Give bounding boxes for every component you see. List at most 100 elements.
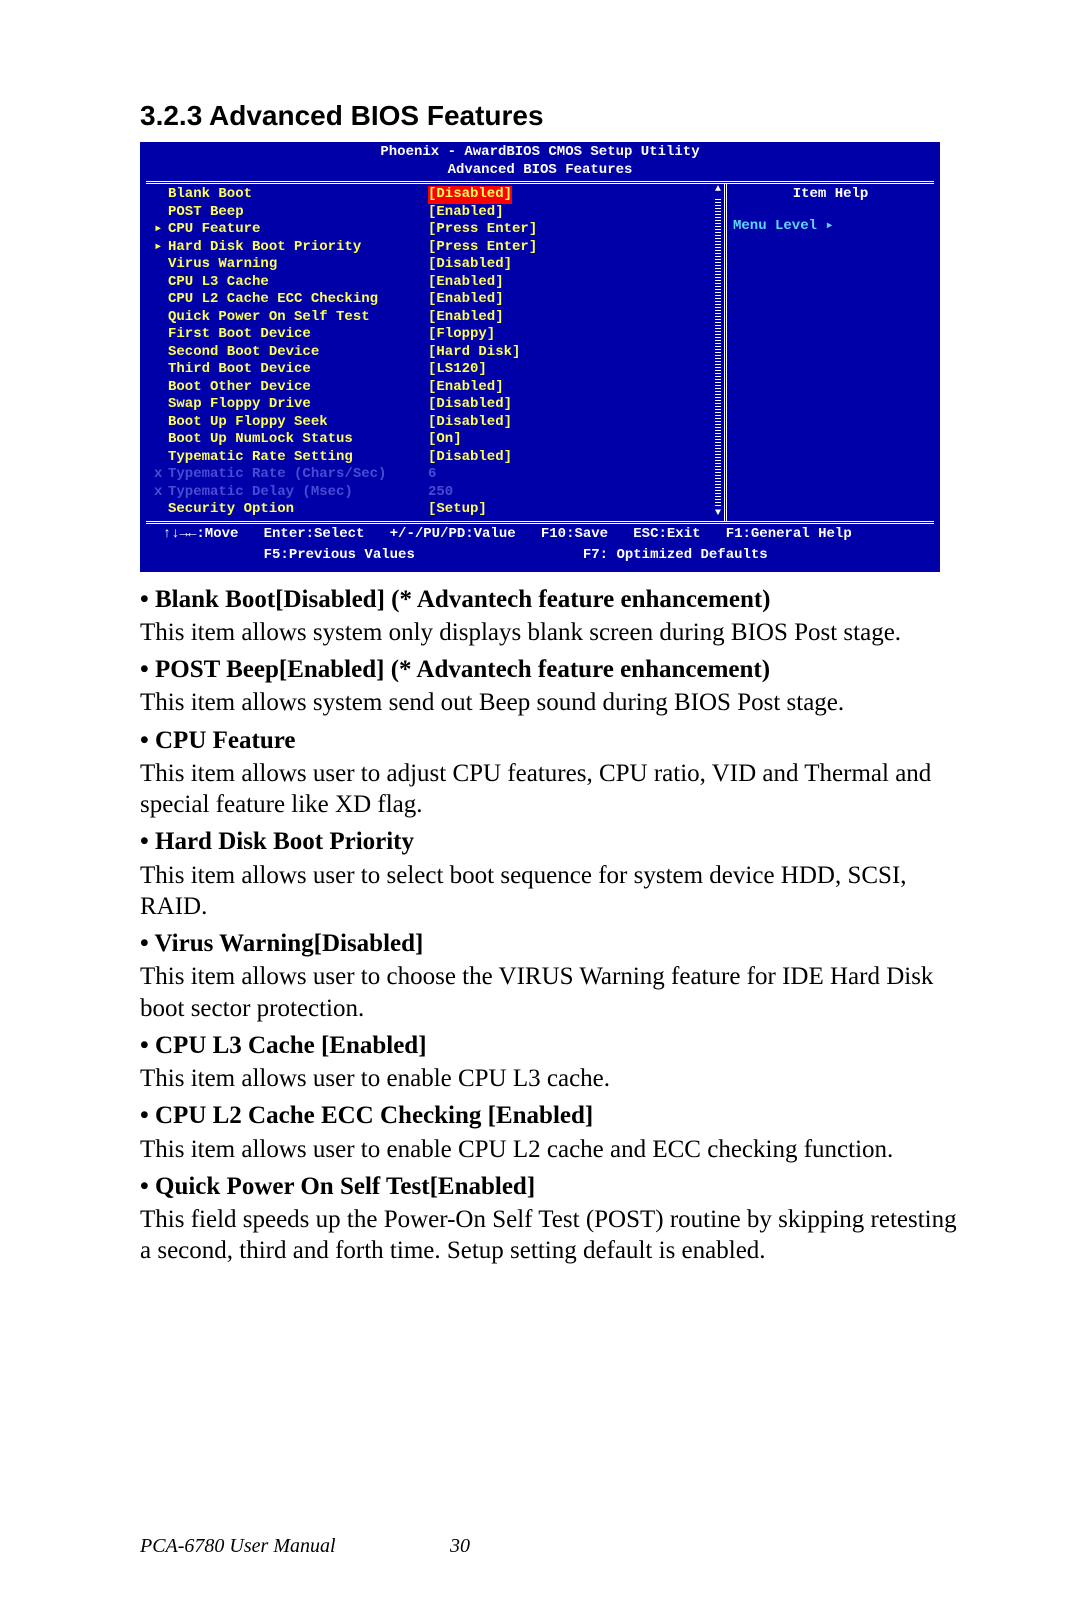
feature-heading: • Hard Disk Boot Priority	[140, 826, 960, 857]
disabled-mark-icon: x	[154, 484, 168, 502]
bios-option-row: Boot Up Floppy Seek [Disabled]	[154, 414, 720, 432]
feature-heading: • Quick Power On Self Test[Enabled]	[140, 1171, 960, 1202]
row-indent	[154, 274, 168, 292]
row-indent	[154, 344, 168, 362]
feature-item: • CPU L2 Cache ECC Checking [Enabled]Thi…	[140, 1100, 960, 1165]
row-indent	[154, 256, 168, 274]
feature-heading: • Blank Boot[Disabled] (* Advantech feat…	[140, 584, 960, 615]
bios-option-value: [Disabled]	[428, 256, 512, 274]
row-indent	[154, 431, 168, 449]
feature-description: This item allows user to adjust CPU feat…	[140, 758, 960, 821]
row-indent	[154, 186, 168, 204]
bios-option-value: [LS120]	[428, 361, 487, 379]
feature-heading: • CPU Feature	[140, 725, 960, 756]
bios-option-row: Swap Floppy Drive [Disabled]	[154, 396, 720, 414]
feature-item: • Blank Boot[Disabled] (* Advantech feat…	[140, 584, 960, 649]
bios-option-value: [Setup]	[428, 501, 487, 519]
bios-menu-level: Menu Level ▸	[733, 218, 928, 236]
feature-description: This item allows user to select boot seq…	[140, 860, 960, 923]
bios-option-name: First Boot Device	[168, 326, 428, 344]
bios-option-row: xTypematic Delay (Msec) 250	[154, 484, 720, 502]
bios-option-name: Typematic Delay (Msec)	[168, 484, 428, 502]
row-indent	[154, 291, 168, 309]
feature-item: • Quick Power On Self Test[Enabled]This …	[140, 1171, 960, 1267]
feature-item: • CPU FeatureThis item allows user to ad…	[140, 725, 960, 821]
bios-option-value: [Enabled]	[428, 379, 504, 397]
bios-option-value: [Floppy]	[428, 326, 495, 344]
row-indent	[154, 501, 168, 519]
bios-option-row: Quick Power On Self Test [Enabled]	[154, 309, 720, 327]
feature-description: This item allows system send out Beep so…	[140, 687, 960, 718]
bios-option-name: Second Boot Device	[168, 344, 428, 362]
bios-option-name: Security Option	[168, 501, 428, 519]
disabled-mark-icon: x	[154, 466, 168, 484]
bios-option-name: CPU L3 Cache	[168, 274, 428, 292]
bios-option-name: Virus Warning	[168, 256, 428, 274]
bios-option-value: [Enabled]	[428, 274, 504, 292]
row-indent	[154, 309, 168, 327]
bios-option-row: Blank Boot [Disabled]	[154, 186, 720, 204]
page-number: 30	[450, 1535, 470, 1558]
feature-item: • Virus Warning[Disabled]This item allow…	[140, 928, 960, 1024]
bios-option-value: 6	[428, 466, 436, 484]
bios-footer-1: ↑↓→←:Move Enter:Select +/-/PU/PD:Value F…	[140, 524, 940, 546]
bios-option-name: Quick Power On Self Test	[168, 309, 428, 327]
bios-subtitle: Advanced BIOS Features	[140, 162, 940, 180]
bios-option-row: CPU L2 Cache ECC Checking [Enabled]	[154, 291, 720, 309]
scroll-up-icon: ▲	[715, 184, 721, 197]
bios-option-row: First Boot Device [Floppy]	[154, 326, 720, 344]
feature-description: This field speeds up the Power-On Self T…	[140, 1204, 960, 1267]
bios-option-row: Third Boot Device [LS120]	[154, 361, 720, 379]
bios-option-row: ▸Hard Disk Boot Priority [Press Enter]	[154, 239, 720, 257]
feature-heading: • POST Beep[Enabled] (* Advantech featur…	[140, 654, 960, 685]
bios-option-value: [Disabled]	[428, 396, 512, 414]
bios-option-value: [Disabled]	[428, 449, 512, 467]
bios-option-name: Boot Other Device	[168, 379, 428, 397]
feature-heading: • CPU L3 Cache [Enabled]	[140, 1030, 960, 1061]
bios-option-name: Typematic Rate Setting	[168, 449, 428, 467]
bios-option-name: Swap Floppy Drive	[168, 396, 428, 414]
feature-item: • Hard Disk Boot PriorityThis item allow…	[140, 826, 960, 922]
row-indent	[154, 396, 168, 414]
row-indent	[154, 326, 168, 344]
bios-option-row: CPU L3 Cache [Enabled]	[154, 274, 720, 292]
feature-item: • POST Beep[Enabled] (* Advantech featur…	[140, 654, 960, 719]
document-body: • Blank Boot[Disabled] (* Advantech feat…	[140, 584, 960, 1267]
bios-footer-2: F5:Previous Values F7: Optimized Default…	[140, 545, 940, 567]
bios-option-value: [Press Enter]	[428, 239, 537, 257]
bios-option-name: Third Boot Device	[168, 361, 428, 379]
bios-screenshot: Phoenix - AwardBIOS CMOS Setup Utility A…	[140, 142, 940, 572]
row-indent	[154, 361, 168, 379]
bios-option-name: CPU L2 Cache ECC Checking	[168, 291, 428, 309]
bios-option-row: ▸CPU Feature [Press Enter]	[154, 221, 720, 239]
bios-option-row: Typematic Rate Setting [Disabled]	[154, 449, 720, 467]
feature-item: • CPU L3 Cache [Enabled]This item allows…	[140, 1030, 960, 1095]
bios-option-value: [Disabled]	[428, 414, 512, 432]
row-indent	[154, 379, 168, 397]
feature-description: This item allows system only displays bl…	[140, 617, 960, 648]
bios-option-value: [On]	[428, 431, 462, 449]
feature-heading: • Virus Warning[Disabled]	[140, 928, 960, 959]
bios-scrollbar: ▲ ▼	[712, 184, 724, 521]
feature-description: This item allows user to enable CPU L3 c…	[140, 1063, 960, 1094]
bios-option-row: Boot Up NumLock Status [On]	[154, 431, 720, 449]
scroll-down-icon: ▼	[715, 508, 721, 521]
bios-option-row: Boot Other Device [Enabled]	[154, 379, 720, 397]
manual-title: PCA-6780 User Manual	[140, 1535, 336, 1557]
bios-option-value: [Enabled]	[428, 204, 504, 222]
bios-option-value: [Enabled]	[428, 291, 504, 309]
row-indent	[154, 414, 168, 432]
bios-option-name: POST Beep	[168, 204, 428, 222]
bios-option-value: [Press Enter]	[428, 221, 537, 239]
row-indent	[154, 204, 168, 222]
bios-option-value: [Disabled]	[428, 186, 512, 204]
bios-help-title: Item Help	[733, 186, 928, 204]
section-heading: 3.2.3 Advanced BIOS Features	[140, 100, 960, 132]
submenu-arrow-icon: ▸	[154, 239, 168, 257]
bios-option-name: Typematic Rate (Chars/Sec)	[168, 466, 428, 484]
bios-option-name: Boot Up NumLock Status	[168, 431, 428, 449]
bios-option-row: Security Option [Setup]	[154, 501, 720, 519]
bios-option-value: [Enabled]	[428, 309, 504, 327]
bios-option-value: [Hard Disk]	[428, 344, 520, 362]
bios-option-name: CPU Feature	[168, 221, 428, 239]
